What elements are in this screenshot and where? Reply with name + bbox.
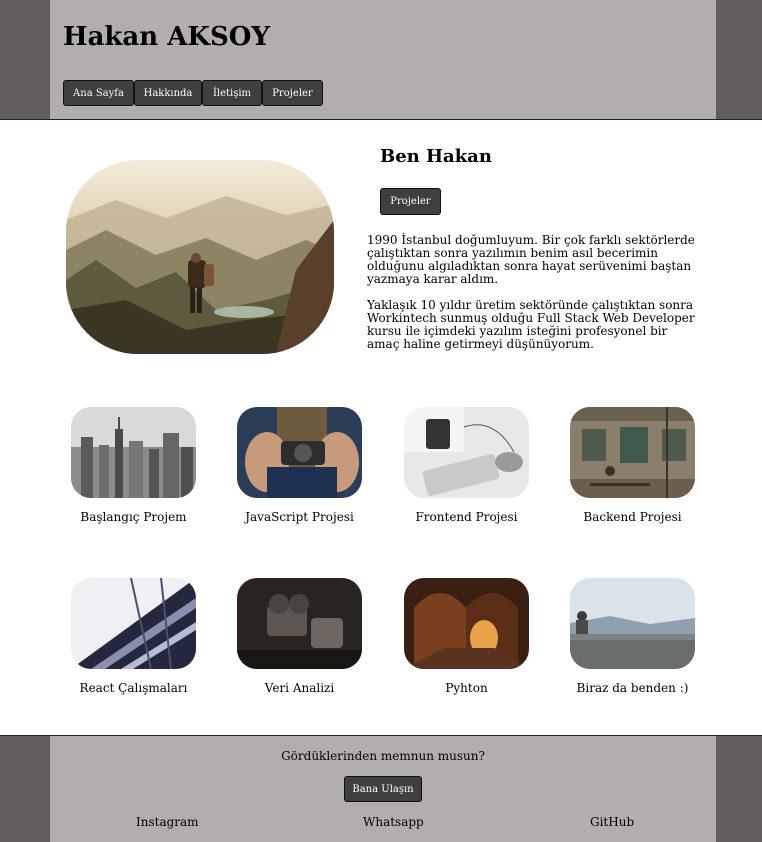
nav-home-button[interactable]: Ana Sayfa <box>63 80 134 106</box>
footer-left-band <box>0 736 50 842</box>
arched-corridor-image <box>404 578 529 669</box>
project-card-react[interactable]: React Çalışmaları <box>71 578 196 695</box>
about-paragraph: Yaklaşık 10 yıldır üretim sektöründe çal… <box>367 298 695 351</box>
project-title: JavaScript Projesi <box>245 510 354 524</box>
contact-me-button[interactable]: Bana Ulaşın <box>344 776 422 802</box>
project-card-starter[interactable]: Başlangıç Projem <box>71 407 196 524</box>
site-footer: Gördüklerinden memnun musun? Bana Ulaşın… <box>50 736 716 842</box>
cliff-view-image <box>570 578 695 669</box>
project-title: React Çalışmaları <box>79 681 188 695</box>
whatsapp-link[interactable]: Whatsapp <box>363 815 424 829</box>
city-skyline-image <box>71 407 196 498</box>
about-text: 1990 İstanbul doğumluyum. Bir çok farklı… <box>367 234 697 364</box>
about-paragraph: 1990 İstanbul doğumluyum. Bir çok farklı… <box>367 233 695 286</box>
project-card-data-analysis[interactable]: Veri Analizi <box>237 578 362 695</box>
github-link[interactable]: GitHub <box>590 815 634 829</box>
project-card-python[interactable]: Pyhton <box>404 578 529 695</box>
project-title: Biraz da benden :) <box>576 681 689 695</box>
site-header: Hakan AKSOY Ana Sayfa Hakkında İletişim … <box>50 0 716 119</box>
keyboard-mug-image <box>404 407 529 498</box>
footer-question: Gördüklerinden memnun musun? <box>281 749 485 763</box>
film-projector-image <box>237 578 362 669</box>
nav-about-button[interactable]: Hakkında <box>134 80 202 106</box>
camera-hands-image <box>237 407 362 498</box>
project-title: Başlangıç Projem <box>80 510 187 524</box>
project-title: Frontend Projesi <box>415 510 518 524</box>
site-title: Hakan AKSOY <box>63 22 270 52</box>
project-title: Backend Projesi <box>583 510 682 524</box>
project-title: Veri Analizi <box>264 681 335 695</box>
nav-projects-button[interactable]: Projeler <box>262 80 323 106</box>
main-nav: Ana Sayfa Hakkında İletişim Projeler <box>63 80 323 106</box>
project-card-about-me[interactable]: Biraz da benden :) <box>570 578 695 695</box>
old-building-image <box>570 407 695 498</box>
footer-right-band <box>716 736 762 842</box>
project-title: Pyhton <box>445 681 488 695</box>
about-heading: Ben Hakan <box>380 146 492 167</box>
project-card-frontend[interactable]: Frontend Projesi <box>404 407 529 524</box>
project-card-javascript[interactable]: JavaScript Projesi <box>237 407 362 524</box>
header-right-band <box>716 0 762 119</box>
nav-contact-button[interactable]: İletişim <box>202 80 262 106</box>
header-divider <box>0 119 762 120</box>
header-left-band <box>0 0 50 119</box>
about-projects-button[interactable]: Projeler <box>380 188 441 215</box>
hero-image-hiker <box>66 160 334 354</box>
instagram-link[interactable]: Instagram <box>136 815 199 829</box>
glass-building-image <box>71 578 196 669</box>
project-card-backend[interactable]: Backend Projesi <box>570 407 695 524</box>
